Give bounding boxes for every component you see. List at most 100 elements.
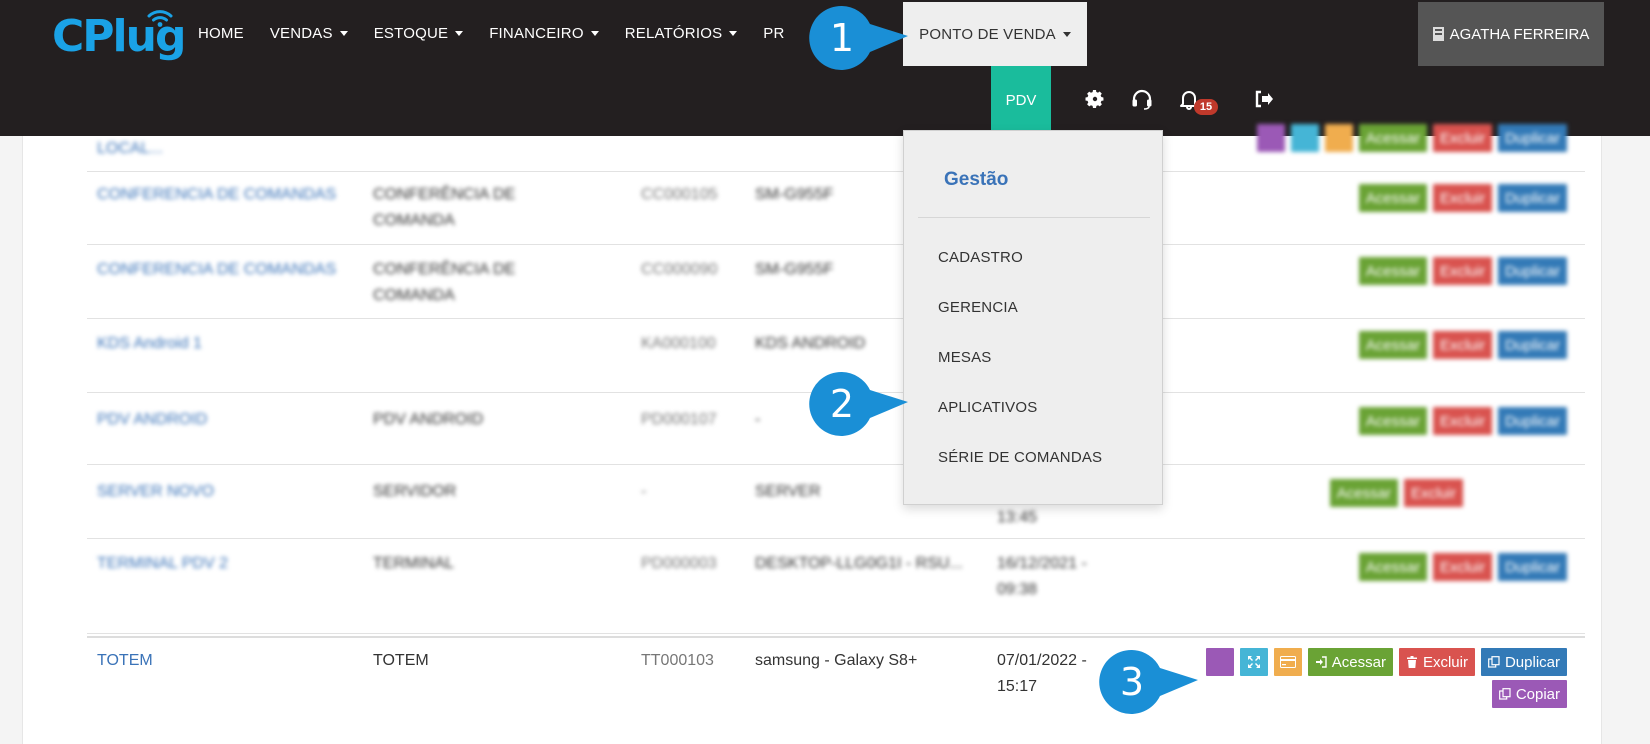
card-button[interactable] [1273, 648, 1302, 676]
nav-relatorios[interactable]: RELATÓRIOS [612, 0, 751, 66]
building-icon [1432, 27, 1444, 41]
delete-button[interactable]: Excluir [1432, 553, 1492, 581]
delete-button[interactable]: Excluir [1403, 479, 1463, 507]
duplicate-button[interactable]: Duplicar [1497, 184, 1567, 212]
nav-pr-label: PR [763, 24, 785, 42]
delete-button[interactable]: Excluir [1432, 331, 1492, 359]
duplicate-button[interactable]: Duplicar [1497, 257, 1567, 285]
app-name-link[interactable]: LOCAL... [97, 136, 347, 162]
nav-financeiro[interactable]: FINANCEIRO [476, 0, 612, 66]
row-actions: Acessar Excluir Duplicar [1358, 553, 1567, 581]
headset-icon[interactable] [1130, 87, 1154, 111]
caret-down-icon [455, 30, 464, 36]
app-name-link[interactable]: SERVER NOVO [97, 479, 347, 505]
menu-item-aplicativos[interactable]: APLICATIVOS [938, 399, 1037, 416]
empty-action-slot [1469, 479, 1567, 507]
delete-label: Excluir [1439, 262, 1485, 280]
app-name-link[interactable]: PDV ANDROID [97, 407, 347, 433]
app-type: CONFERÊNCIA DE COMANDA [373, 261, 516, 304]
menu-item-cadastro[interactable]: CADASTRO [938, 249, 1023, 266]
app-date: 16/12/2021 - 09:38 [997, 555, 1087, 598]
delete-button[interactable]: Excluir [1432, 184, 1492, 212]
delete-label: Excluir [1439, 129, 1485, 147]
logout-icon[interactable] [1252, 87, 1276, 111]
user-menu-button[interactable]: AGATHA FERREIRA [1418, 2, 1604, 66]
nav-vendas-label: VENDAS [269, 24, 333, 42]
duplicate-label: Duplicar [1504, 653, 1560, 671]
nav-pr[interactable]: PR [750, 0, 797, 66]
nav-vendas[interactable]: VENDAS [257, 0, 361, 66]
access-button[interactable]: Acessar [1358, 124, 1427, 152]
menu-item-gerencia[interactable]: GERENCIA [938, 299, 1018, 316]
app-name-link[interactable]: KDS Android 1 [97, 331, 347, 357]
nav-home[interactable]: HOME [185, 0, 257, 66]
nav-estoque-label: ESTOQUE [373, 24, 449, 42]
copy-button[interactable]: Copiar [1491, 680, 1567, 708]
access-button[interactable]: Acessar [1358, 331, 1427, 359]
delete-button[interactable]: Excluir [1432, 257, 1492, 285]
callout-step-2: 2 [809, 371, 908, 436]
app-name-link[interactable]: CONFERENCIA DE COMANDAS [97, 257, 347, 283]
access-button[interactable]: Acessar [1358, 407, 1427, 435]
app-name-link[interactable]: CONFERENCIA DE COMANDAS [97, 182, 347, 208]
caret-down-icon [729, 30, 738, 36]
copy-icon [1488, 656, 1500, 668]
expand-button[interactable] [1239, 648, 1268, 676]
user-name: AGATHA FERREIRA [1449, 25, 1590, 43]
callout-step-3: 3 [1099, 649, 1198, 714]
notification-badge: 15 [1194, 99, 1218, 115]
duplicate-button[interactable]: Duplicar [1497, 407, 1567, 435]
access-label: Acessar [1365, 336, 1420, 354]
access-label: Acessar [1365, 262, 1420, 280]
card-button[interactable] [1324, 124, 1353, 152]
access-button[interactable]: Acessar [1358, 553, 1427, 581]
access-label: Acessar [1336, 484, 1391, 502]
wifi-icon [147, 10, 173, 27]
app-device: DESKTOP-LLG0G1I - RSU... [755, 555, 963, 572]
delete-button[interactable]: Excluir [1398, 648, 1475, 676]
nav-relatorios-label: RELATÓRIOS [624, 24, 723, 42]
access-button[interactable]: Acessar [1329, 479, 1398, 507]
access-button[interactable]: Acessar [1307, 648, 1393, 676]
row-actions: Acessar Excluir Duplicar [1358, 257, 1567, 285]
delete-button[interactable]: Excluir [1432, 407, 1492, 435]
link-button[interactable] [1256, 124, 1285, 152]
app-code: - [641, 483, 647, 500]
delete-label: Excluir [1439, 189, 1485, 207]
duplicate-button[interactable]: Duplicar [1497, 124, 1567, 152]
duplicate-button[interactable]: Duplicar [1480, 648, 1567, 676]
row-actions: Acessar Excluir Duplicar [1205, 648, 1567, 676]
menu-item-serie-de-comandas[interactable]: SÉRIE DE COMANDAS [938, 449, 1102, 466]
callout-step-1: 1 [809, 5, 908, 70]
row-actions: Acessar Excluir Duplicar [1358, 331, 1567, 359]
app-code: TT000103 [641, 652, 714, 669]
link-button[interactable] [1205, 648, 1234, 676]
expand-button[interactable] [1290, 124, 1319, 152]
pdv-button[interactable]: PDV [991, 66, 1051, 134]
nav-estoque[interactable]: ESTOQUE [361, 0, 476, 66]
access-label: Acessar [1365, 189, 1420, 207]
access-button[interactable]: Acessar [1358, 257, 1427, 285]
aplicativos-table-panel: LOCAL... Acessar Excluir Duplicar CONFER… [22, 124, 1602, 744]
callout-number: 2 [829, 382, 855, 426]
delete-button[interactable]: Excluir [1432, 124, 1492, 152]
duplicate-button[interactable]: Duplicar [1497, 331, 1567, 359]
app-device: samsung - Galaxy S8+ [755, 652, 918, 669]
access-label: Acessar [1365, 129, 1420, 147]
duplicate-label: Duplicar [1504, 412, 1560, 430]
app-type: CONFERÊNCIA DE COMANDA [373, 186, 516, 229]
app-date-line1: 07/01/2022 - [997, 652, 1087, 669]
app-name-link[interactable]: TERMINAL PDV 2 [97, 551, 347, 577]
app-name-link[interactable]: TOTEM [97, 648, 347, 674]
nav-ponto-de-venda[interactable]: PONTO DE VENDA [903, 2, 1087, 66]
access-button[interactable]: Acessar [1358, 184, 1427, 212]
pdv-label: PDV [1005, 91, 1037, 109]
duplicate-label: Duplicar [1504, 262, 1560, 280]
expand-icon [1247, 656, 1260, 668]
menu-item-mesas[interactable]: MESAS [938, 349, 992, 366]
copy-icon [1498, 688, 1511, 700]
cplug-logo[interactable]: CPlug [52, 6, 186, 64]
duplicate-button[interactable]: Duplicar [1497, 553, 1567, 581]
gear-icon[interactable] [1083, 87, 1107, 111]
ponto-de-venda-dropdown: Gestão CADASTRO GERENCIA MESAS APLICATIV… [903, 130, 1163, 505]
